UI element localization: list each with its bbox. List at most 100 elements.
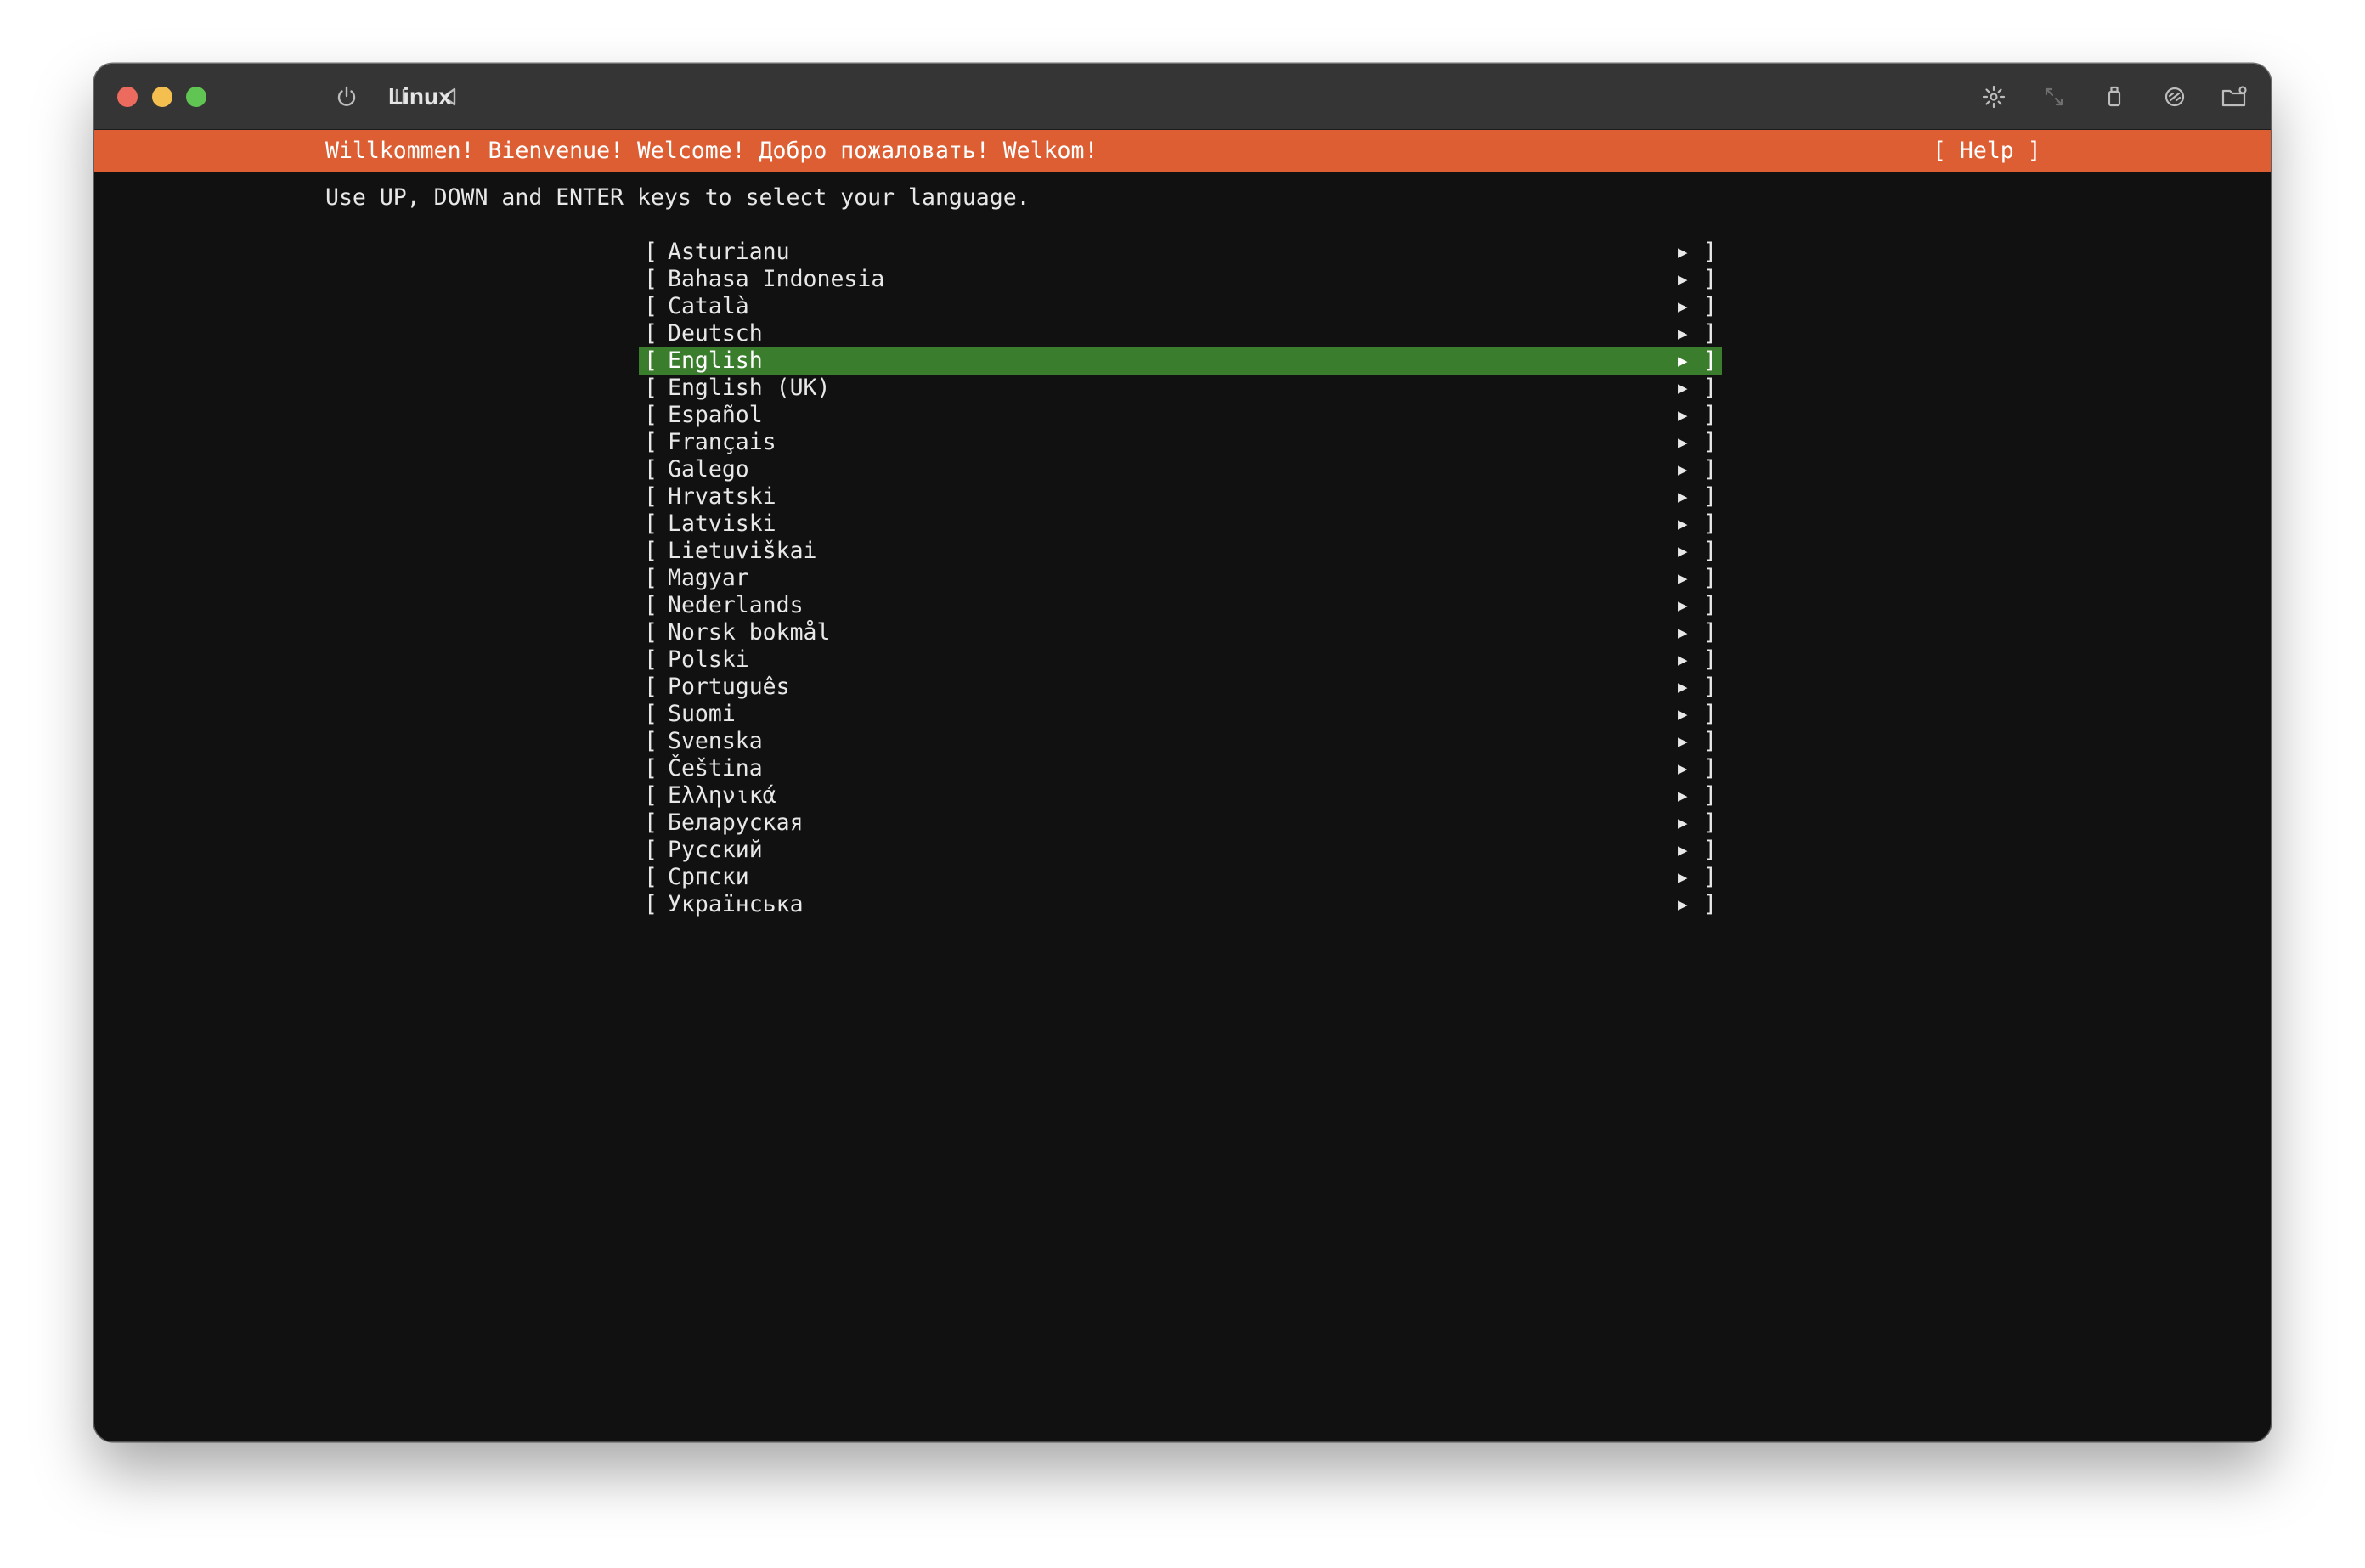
usb-icon[interactable] bbox=[2100, 82, 2129, 111]
zoom-button[interactable] bbox=[186, 87, 206, 107]
language-option[interactable]: [Norsk bokmål ▶] bbox=[639, 619, 1722, 646]
arrow-right-icon: ▶ bbox=[1678, 297, 1688, 316]
language-option[interactable]: [Français ▶] bbox=[639, 429, 1722, 456]
arrow-right-icon: ▶ bbox=[1678, 787, 1688, 805]
language-option[interactable]: [ Polski ▶] bbox=[639, 646, 1722, 674]
vm-window: Linux Willkommen! Bienvenue! Welcome! До… bbox=[94, 64, 2271, 1441]
bracket-open: [ bbox=[644, 864, 658, 890]
help-button[interactable]: [ Help ] bbox=[1933, 130, 2041, 172]
language-label: Українська bbox=[668, 891, 804, 917]
bracket-close: ] bbox=[1703, 347, 1717, 374]
bracket-open: [ bbox=[644, 728, 658, 754]
language-label: Polski bbox=[668, 646, 749, 673]
bracket-close: ] bbox=[1703, 375, 1717, 401]
language-label: Svenska bbox=[668, 728, 763, 754]
bracket-open: [ bbox=[644, 619, 658, 646]
power-icon[interactable] bbox=[332, 82, 361, 111]
language-label: Asturianu bbox=[668, 239, 790, 265]
language-label: Русский bbox=[668, 837, 763, 863]
language-option[interactable]: [Čeština ▶] bbox=[639, 755, 1722, 782]
language-label: Magyar bbox=[668, 565, 749, 591]
terminal-screen: Willkommen! Bienvenue! Welcome! Добро по… bbox=[94, 130, 2271, 1441]
bracket-open: [ bbox=[644, 701, 658, 727]
bracket-open: [ bbox=[644, 402, 658, 428]
bracket-open: [ bbox=[644, 456, 658, 482]
bracket-close: ] bbox=[1703, 837, 1717, 863]
language-option[interactable]: [Ελληνικά ▶] bbox=[639, 782, 1722, 809]
bracket-open: [ bbox=[644, 782, 658, 809]
arrow-right-icon: ▶ bbox=[1678, 542, 1688, 561]
language-label: Deutsch bbox=[668, 320, 763, 347]
minimize-button[interactable] bbox=[152, 87, 172, 107]
bracket-close: ] bbox=[1703, 592, 1717, 618]
arrow-right-icon: ▶ bbox=[1678, 814, 1688, 832]
folder-settings-icon[interactable] bbox=[2221, 82, 2249, 111]
resize-icon[interactable] bbox=[2040, 82, 2069, 111]
language-option[interactable]: [Latviski ▶] bbox=[639, 510, 1722, 538]
arrow-right-icon: ▶ bbox=[1678, 488, 1688, 506]
bracket-close: ] bbox=[1703, 619, 1717, 646]
bracket-open: [ bbox=[644, 266, 658, 292]
language-label: Latviski bbox=[668, 510, 776, 537]
title-bar: Linux bbox=[94, 64, 2271, 130]
language-option[interactable]: [Português ▶] bbox=[639, 674, 1722, 701]
close-button[interactable] bbox=[117, 87, 138, 107]
arrow-right-icon: ▶ bbox=[1678, 678, 1688, 697]
arrow-right-icon: ▶ bbox=[1678, 406, 1688, 425]
bracket-open: [ bbox=[644, 320, 658, 347]
bracket-open: [ bbox=[644, 592, 658, 618]
language-option[interactable]: [Lietuviškai ▶] bbox=[639, 538, 1722, 565]
bracket-open: [ bbox=[644, 347, 658, 374]
language-option[interactable]: [Українська ▶] bbox=[639, 891, 1722, 918]
language-option[interactable]: [English ▶] bbox=[639, 347, 1722, 375]
bracket-close: ] bbox=[1703, 891, 1717, 917]
brightness-icon[interactable] bbox=[1979, 82, 2008, 111]
arrow-right-icon: ▶ bbox=[1678, 841, 1688, 860]
language-label: Српски bbox=[668, 864, 749, 890]
bracket-open: [ bbox=[644, 293, 658, 319]
shared-folder-icon[interactable] bbox=[2160, 82, 2189, 111]
bracket-close: ] bbox=[1703, 646, 1717, 673]
banner-text: Willkommen! Bienvenue! Welcome! Добро по… bbox=[325, 138, 1098, 164]
language-option[interactable]: [Русский ▶] bbox=[639, 837, 1722, 864]
arrow-right-icon: ▶ bbox=[1678, 352, 1688, 370]
bracket-close: ] bbox=[1703, 483, 1717, 510]
bracket-open: [ bbox=[644, 646, 658, 673]
arrow-right-icon: ▶ bbox=[1678, 379, 1688, 398]
language-option[interactable]: [English (UK) ▶] bbox=[639, 375, 1722, 402]
language-option[interactable]: [Bahasa Indonesia ▶] bbox=[639, 266, 1722, 293]
language-label: Suomi bbox=[668, 701, 736, 727]
arrow-right-icon: ▶ bbox=[1678, 651, 1688, 669]
language-option[interactable]: [Hrvatski ▶] bbox=[639, 483, 1722, 510]
language-label: Ελληνικά bbox=[668, 782, 776, 809]
language-label: Galego bbox=[668, 456, 749, 482]
language-option[interactable]: [Asturianu ▶] bbox=[639, 239, 1722, 266]
language-option[interactable]: [Suomi ▶] bbox=[639, 701, 1722, 728]
language-option[interactable]: [Español ▶] bbox=[639, 402, 1722, 429]
bracket-close: ] bbox=[1703, 809, 1717, 836]
bracket-close: ] bbox=[1703, 429, 1717, 455]
bracket-close: ] bbox=[1703, 538, 1717, 564]
language-option[interactable]: [Nederlands ▶] bbox=[639, 592, 1722, 619]
arrow-right-icon: ▶ bbox=[1678, 895, 1688, 914]
arrow-right-icon: ▶ bbox=[1678, 868, 1688, 887]
arrow-right-icon: ▶ bbox=[1678, 270, 1688, 289]
language-option[interactable]: [Svenska ▶] bbox=[639, 728, 1722, 755]
language-label: Català bbox=[668, 293, 749, 319]
language-option[interactable]: [Беларуская ▶] bbox=[639, 809, 1722, 837]
language-option[interactable]: [ Српски ▶] bbox=[639, 864, 1722, 891]
bracket-close: ] bbox=[1703, 674, 1717, 700]
bracket-close: ] bbox=[1703, 864, 1717, 890]
language-option[interactable]: [Magyar ▶] bbox=[639, 565, 1722, 592]
arrow-right-icon: ▶ bbox=[1678, 460, 1688, 479]
language-option[interactable]: [Deutsch ▶] bbox=[639, 320, 1722, 347]
language-label: Español bbox=[668, 402, 763, 428]
language-label: Nederlands bbox=[668, 592, 804, 618]
arrow-right-icon: ▶ bbox=[1678, 515, 1688, 533]
language-option[interactable]: [Galego ▶] bbox=[639, 456, 1722, 483]
arrow-right-icon: ▶ bbox=[1678, 705, 1688, 724]
language-option[interactable]: [Català ▶] bbox=[639, 293, 1722, 320]
language-label: Hrvatski bbox=[668, 483, 776, 510]
bracket-close: ] bbox=[1703, 239, 1717, 265]
arrow-right-icon: ▶ bbox=[1678, 324, 1688, 343]
